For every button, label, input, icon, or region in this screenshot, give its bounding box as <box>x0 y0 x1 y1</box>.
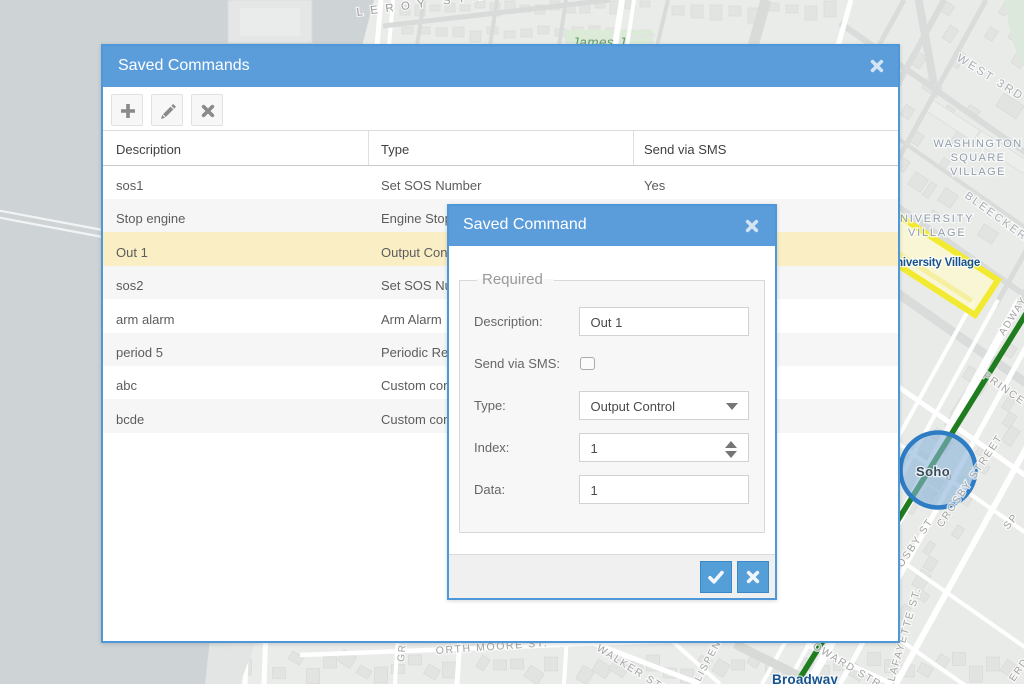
svg-text:VILLAGE: VILLAGE <box>950 166 1006 178</box>
svg-text:o: o <box>946 472 953 483</box>
svg-text:WASHINGTON: WASHINGTON <box>933 138 1022 150</box>
svg-text:GR: GR <box>396 643 409 662</box>
svg-text:Broadway: Broadway <box>772 672 838 684</box>
svg-text:Soho: Soho <box>916 464 950 479</box>
svg-text:NIVERSITY: NIVERSITY <box>900 213 974 225</box>
svg-text:VILLAGE: VILLAGE <box>908 227 966 239</box>
svg-text:SQUARE: SQUARE <box>951 152 1006 164</box>
svg-text:University Village: University Village <box>888 257 980 269</box>
